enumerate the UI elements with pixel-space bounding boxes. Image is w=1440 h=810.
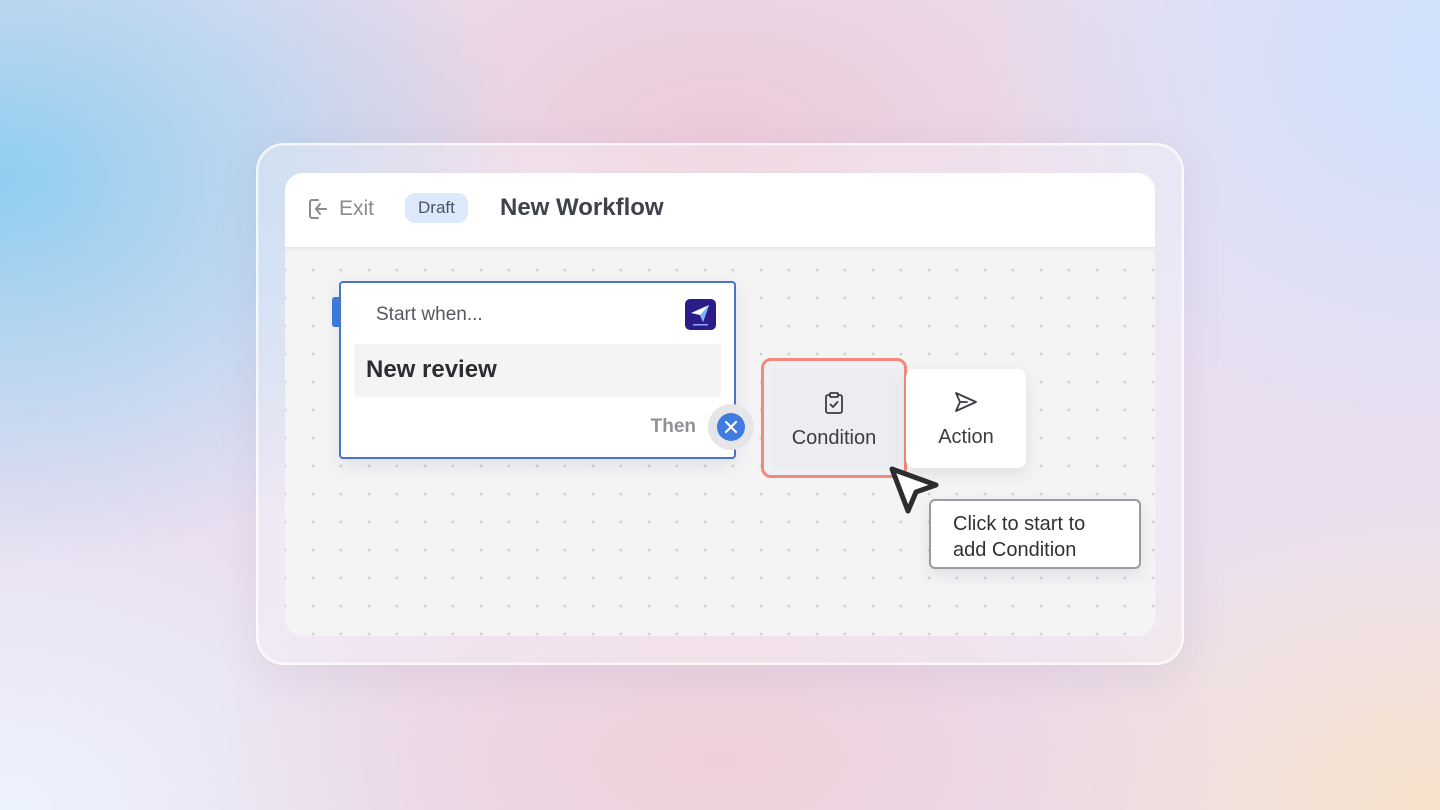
exit-button[interactable]: Exit [307,195,374,223]
close-icon [724,420,738,434]
action-label: Action [938,426,994,448]
condition-tooltip: Click to start to add Condition [929,499,1141,569]
page-title: New Workflow [500,194,664,221]
trigger-event-field[interactable]: New review [354,344,721,397]
add-condition-button[interactable]: Condition [770,368,898,469]
send-icon [955,392,977,412]
tooltip-line-1: Click to start to [953,513,1086,535]
tooltip-line-2: add Condition [953,539,1077,561]
close-output-button[interactable] [708,404,754,450]
add-action-button[interactable]: Action [906,369,1026,468]
avada-icon [685,299,716,330]
condition-label: Condition [791,427,877,449]
trigger-start-label: Start when... [376,304,483,325]
status-badge: Draft [405,193,468,223]
clipboard-check-icon [825,392,843,414]
exit-label: Exit [339,197,375,220]
trigger-node[interactable]: Start when... New review Then [339,281,736,459]
trigger-event-label: New review [366,356,497,383]
then-label: Then [650,416,696,437]
exit-icon [309,199,327,219]
editor-header: Exit Draft New Workflow [285,173,1155,248]
